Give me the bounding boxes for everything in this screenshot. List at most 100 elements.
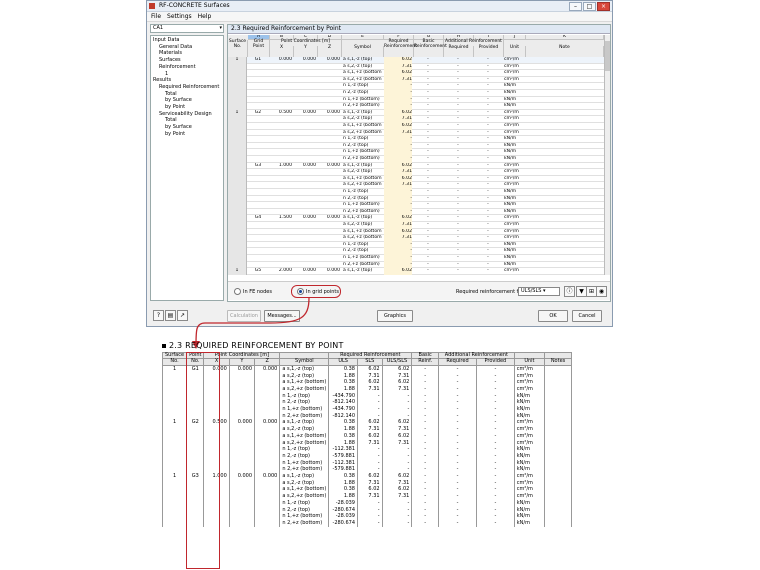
report-cell: -: [357, 459, 383, 467]
report-cell: 1.88: [328, 385, 358, 393]
report-cell: 1.88: [328, 426, 358, 433]
report-cell: -: [381, 406, 413, 413]
report-cell: 7.31: [381, 479, 413, 487]
report-title-text: 2.3 REQUIRED REINFORCEMENT BY POINT: [169, 341, 344, 350]
report-cell-notes: [544, 385, 572, 393]
report-cell: [254, 466, 281, 474]
report-cell: [254, 479, 281, 487]
report-cell: -: [475, 399, 515, 407]
report-cell: -28.039: [328, 499, 358, 507]
report-row: n 2,-z (top) -280.674- - - - - kN/m: [161, 506, 572, 514]
report-cell: n 2,+z (bottom): [279, 412, 330, 420]
report-cell: [228, 519, 256, 527]
report-cell: 0.38: [328, 379, 358, 386]
report-cell: kN/m: [513, 459, 546, 467]
report-cell: 0.38: [328, 432, 358, 440]
report-cell: 0.38: [328, 473, 358, 480]
report-cell-notes: [544, 466, 572, 474]
report-cell: [254, 513, 281, 520]
report-cell: 7.31: [381, 385, 413, 393]
report-cell: a s,2,+z (bottom): [279, 385, 330, 393]
report-row: a s,2,-z (top) 1.88 7.31 7.31- - - cm²/m: [161, 479, 572, 487]
report-cell: -: [411, 412, 440, 420]
report-cell-notes: [544, 426, 572, 433]
report-cell: -: [411, 473, 440, 480]
report-cell: -579.881: [328, 466, 358, 474]
report-cell: [161, 499, 188, 507]
report-section: 2.3 REQUIRED REINFORCEMENT BY POINT Surf…: [161, 341, 572, 527]
report-cell: -: [381, 452, 413, 460]
report-cell: -: [357, 466, 383, 474]
report-cell: 6.02: [357, 486, 383, 494]
report-cell: 1: [161, 473, 188, 480]
report-cell: -: [357, 519, 383, 527]
report-cell: 7.31: [357, 479, 383, 487]
report-cell: -: [475, 459, 515, 467]
report-cell: [254, 432, 281, 440]
report-row: 1 G1 0.000 0.000 0.000 a s,1,-z (top) 0.38 6.02…: [161, 365, 572, 373]
report-cell: [161, 459, 188, 467]
report-cell: kN/m: [513, 452, 546, 460]
report-row: a s,1,+z (bottom) 0.38 6.02 6.02- - - cm²/m: [161, 486, 572, 494]
report-cell: -: [411, 399, 440, 407]
report-cell: 7.31: [357, 372, 383, 380]
report-cell: [228, 486, 256, 494]
report-cell: [161, 493, 188, 500]
report-cell: -: [411, 486, 440, 494]
report-cell: -: [438, 446, 477, 453]
report-cell: 0.000: [228, 473, 256, 480]
report-row: n 2,-z (top) -579.881- - - - - kN/m: [161, 452, 572, 460]
report-cell: [161, 406, 188, 413]
report-cell-notes: [544, 459, 572, 467]
report-cell: [161, 506, 188, 514]
report-cell: -: [475, 426, 515, 433]
report-cell: [161, 466, 188, 474]
report-cell: -: [411, 365, 440, 373]
report-cell: [228, 392, 256, 400]
report-cell: a s,1,-z (top): [279, 365, 330, 373]
report-row: 1 G3 1.000 0.000 0.000 a s,1,-z (top) 0.38 6.02…: [161, 473, 572, 480]
report-cell: a s,2,-z (top): [279, 372, 330, 380]
report-cell: 7.31: [381, 426, 413, 433]
report-cell: a s,2,+z (bottom): [279, 439, 330, 447]
report-cell: -: [475, 392, 515, 400]
report-cell: 1: [161, 419, 188, 427]
report-cell: -: [438, 479, 477, 487]
report-cell: -: [475, 446, 515, 453]
report-cell: -: [357, 392, 383, 400]
report-row: a s,2,+z (bottom) 1.88 7.31 7.31- - - cm²/m: [161, 493, 572, 500]
report-cell: a s,2,-z (top): [279, 426, 330, 433]
report-cell: [228, 499, 256, 507]
report-cell: [254, 412, 281, 420]
report-cell: -: [475, 479, 515, 487]
report-cell: -: [381, 506, 413, 514]
report-cell: -: [438, 412, 477, 420]
report-cell: [228, 506, 256, 514]
report-cell-notes: [544, 399, 572, 407]
report-cell: 6.02: [381, 473, 413, 480]
report-cell: -: [475, 499, 515, 507]
report-cell: [254, 499, 281, 507]
report-cell: [254, 385, 281, 393]
report-cell: -: [475, 493, 515, 500]
report-cell: [161, 519, 188, 527]
report-cell: -: [438, 466, 477, 474]
report-cell: -812.140: [328, 412, 358, 420]
report-cell: -: [475, 519, 515, 527]
report-cell: cm²/m: [513, 419, 546, 427]
report-cell: [228, 385, 256, 393]
report-cell: 6.02: [357, 365, 383, 373]
report-cell: -: [357, 412, 383, 420]
report-cell: cm²/m: [513, 486, 546, 494]
report-cell: -: [475, 385, 515, 393]
report-cell: n 1,+z (bottom): [279, 459, 330, 467]
report-cell: [228, 439, 256, 447]
report-row: n 2,+z (bottom) -812.140- - - - - kN/m: [161, 412, 572, 420]
report-cell: -: [438, 519, 477, 527]
report-cell: kN/m: [513, 446, 546, 453]
report-cell: a s,1,+z (bottom): [279, 379, 330, 386]
report-cell: -579.881: [328, 452, 358, 460]
report-cell: [254, 452, 281, 460]
report-cell: cm²/m: [513, 432, 546, 440]
report-cell: -: [411, 372, 440, 380]
